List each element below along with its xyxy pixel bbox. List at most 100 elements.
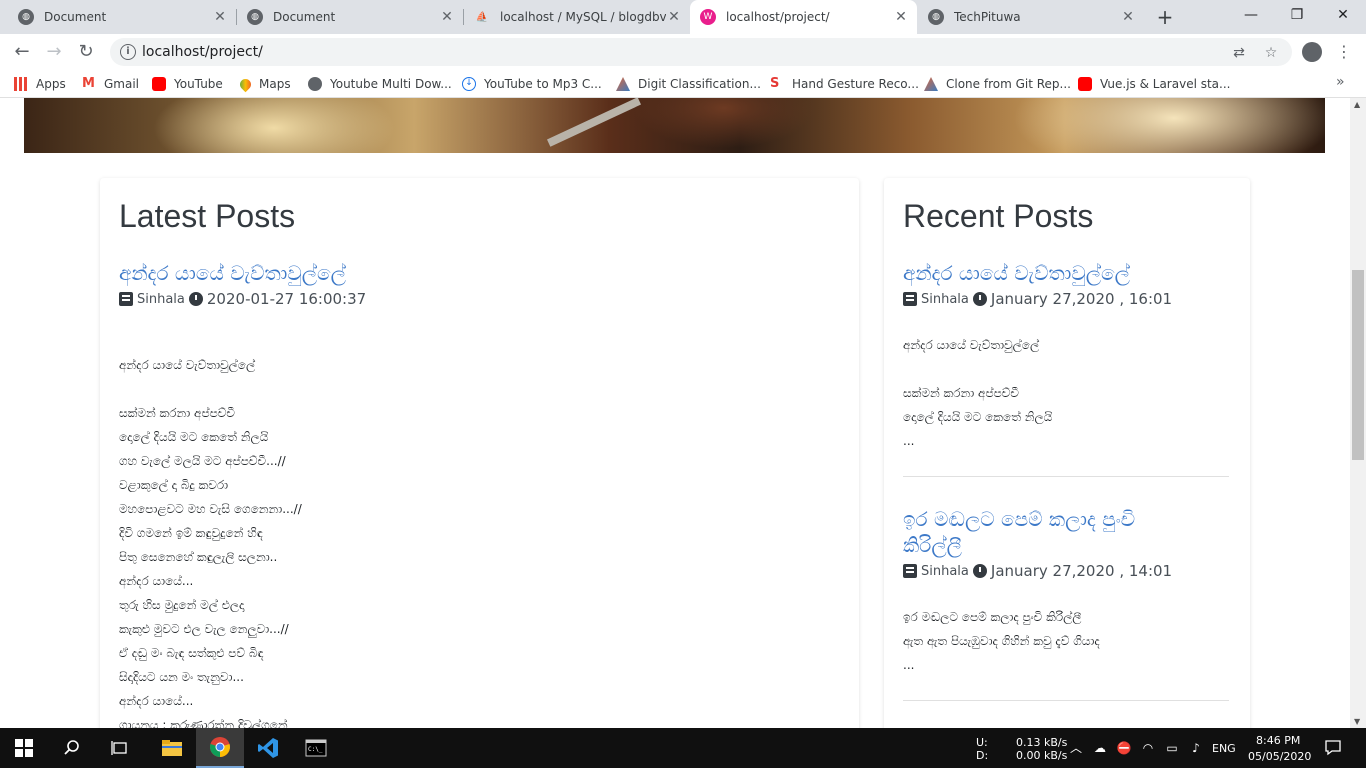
- scrollbar-thumb[interactable]: [1352, 270, 1364, 460]
- close-tab-icon[interactable]: ✕: [666, 9, 682, 25]
- download-speed: 0.00 kB/s: [1016, 749, 1068, 762]
- info-icon[interactable]: i: [120, 44, 136, 60]
- url-text[interactable]: localhost/project/: [142, 44, 263, 60]
- recent-posts-card: Recent Posts අන්දර යායේ වැව්තාවුල්ලේ Sin…: [884, 178, 1250, 728]
- start-button[interactable]: [0, 728, 48, 768]
- recent-post-excerpt-line: ඇත ඇත පියැඹුවාද ගිහින් කවු දැව් ගියාද: [903, 634, 1100, 648]
- close-window-button[interactable]: ✕: [1320, 0, 1366, 30]
- tab-title: Document: [273, 10, 336, 24]
- terminal-taskbar-button[interactable]: C:\_: [292, 728, 340, 768]
- tab-phpmyadmin[interactable]: ⛵ localhost / MySQL / blogdbv1 ✕: [464, 0, 690, 34]
- clock-icon: [188, 292, 203, 306]
- chrome-icon: [210, 737, 230, 757]
- bookmark-label: Maps: [259, 77, 291, 91]
- post-title-link[interactable]: අන්දර යායේ වැව්තාවුල්ලේ: [119, 260, 346, 286]
- post-body-line: ඒ දඬු මං බැඳ සත්කුළු පව් බිඳ: [119, 646, 264, 660]
- scroll-up-arrow-icon[interactable]: ▲: [1354, 100, 1360, 109]
- recent-post-excerpt-line: අන්දර යායේ වැව්තාවුල්ලේ: [903, 338, 1040, 352]
- bookmark-hand-gesture[interactable]: S Hand Gesture Reco...: [770, 76, 919, 92]
- close-tab-icon[interactable]: ✕: [439, 9, 455, 25]
- vscode-taskbar-button[interactable]: [244, 728, 292, 768]
- post-body-line: දොලේ දියයි මට කෙතේ නිලයි: [119, 430, 269, 444]
- language-indicator[interactable]: ENG: [1212, 742, 1236, 755]
- minimize-button[interactable]: —: [1228, 0, 1274, 30]
- bookmark-star-icon[interactable]: ☆: [1262, 44, 1280, 62]
- clock-time[interactable]: 8:46 PM: [1256, 734, 1300, 747]
- new-tab-button[interactable]: +: [1152, 4, 1178, 30]
- post-body-line: සිදාදියට යන මං තැනුවා...: [119, 670, 244, 684]
- recent-post-excerpt-line: ඉර මඬලට පෙම් කලාද පුංචි කිරිල්ලී: [903, 610, 1082, 624]
- forward-button[interactable]: →: [42, 40, 66, 64]
- bookmark-youtube-multi[interactable]: Youtube Multi Dow...: [308, 76, 452, 92]
- red-s-icon: S: [770, 76, 780, 91]
- browser-menu-icon[interactable]: ⋮: [1336, 40, 1352, 64]
- post-datetime: January 27,2020 , 14:01: [990, 562, 1173, 580]
- tab-localhost-project[interactable]: W localhost/project/ ✕: [690, 0, 917, 34]
- bookmark-maps[interactable]: Maps: [237, 76, 291, 92]
- restore-button[interactable]: ❐: [1274, 0, 1320, 30]
- close-tab-icon[interactable]: ✕: [1120, 9, 1136, 25]
- tab-techpituwa[interactable]: ◍ TechPituwa ✕: [918, 0, 1144, 34]
- back-button[interactable]: ←: [10, 40, 34, 64]
- post-body-line: සක්මන් කරනා අප්පච්චී: [119, 406, 235, 420]
- recent-posts-heading: Recent Posts: [903, 198, 1094, 234]
- bookmark-vue-laravel[interactable]: Vue.js & Laravel sta...: [1078, 76, 1230, 92]
- bookmarks-overflow-icon[interactable]: »: [1336, 74, 1345, 90]
- post-category: Sinhala: [921, 563, 969, 579]
- windows-taskbar: C:\_ U: D: 0.13 kB/s 0.00 kB/s ︿ ☁ ⛔ ◠ ▭…: [0, 728, 1366, 768]
- wifi-icon[interactable]: ◠: [1140, 740, 1156, 756]
- bookmark-label: Gmail: [104, 77, 140, 91]
- translate-icon[interactable]: ⇄: [1230, 44, 1248, 62]
- bookmark-clone-git[interactable]: Clone from Git Rep...: [924, 76, 1071, 92]
- scroll-down-arrow-icon[interactable]: ▼: [1354, 717, 1360, 726]
- search-button[interactable]: [48, 728, 96, 768]
- download-icon: ↓: [462, 77, 476, 91]
- bookmark-youtube-mp3[interactable]: ↓ YouTube to Mp3 C...: [462, 76, 602, 92]
- profile-avatar[interactable]: [1302, 42, 1322, 62]
- bookmarks-bar: Apps M Gmail YouTube Maps Youtube Multi …: [0, 70, 1366, 98]
- tab-document-1[interactable]: ◍ Document ✕: [8, 0, 236, 34]
- bookmark-youtube[interactable]: YouTube: [152, 76, 223, 92]
- bookmark-apps[interactable]: Apps: [14, 76, 66, 92]
- reload-button[interactable]: ↻: [74, 40, 98, 64]
- recent-post-title-link[interactable]: අන්දර යායේ වැව්තාවුල්ලේ: [903, 260, 1130, 286]
- recent-post-title-link[interactable]: ඉර මඬලට පෙම් කලාද පුංචි: [903, 506, 1135, 532]
- post-datetime: January 27,2020 , 16:01: [990, 290, 1173, 308]
- bookmark-digit-classification[interactable]: Digit Classification...: [616, 76, 761, 92]
- chrome-taskbar-button[interactable]: [196, 728, 244, 768]
- security-alert-icon[interactable]: ⛔: [1116, 740, 1132, 756]
- address-bar[interactable]: i localhost/project/ ⇄ ☆: [110, 38, 1292, 66]
- post-body-line: අන්දර යායේ...: [119, 694, 194, 708]
- post-body-line: පිතු සෙනෙහේ කඳුලැලි සලනා..: [119, 550, 278, 564]
- book-icon: [903, 292, 917, 306]
- post-body-line: අන්දර යායේ...: [119, 574, 194, 588]
- volume-icon[interactable]: ♪: [1188, 740, 1204, 756]
- apps-grid-icon: [14, 77, 28, 91]
- post-body-line: වළාකුලේ දා බිදු කවරා: [119, 478, 229, 492]
- close-tab-icon[interactable]: ✕: [893, 9, 909, 25]
- phpmyadmin-icon: ⛵: [475, 11, 489, 23]
- bookmark-gmail[interactable]: M Gmail: [82, 76, 139, 92]
- recent-post-title-link[interactable]: කිරිල්ලී: [903, 532, 962, 558]
- chevron-up-icon[interactable]: ︿: [1068, 740, 1084, 756]
- notification-center-icon[interactable]: [1324, 738, 1342, 756]
- bookmark-label: YouTube: [174, 77, 223, 91]
- tab-strip: ◍ Document ✕ ◍ Document ✕ ⛵ localhost / …: [0, 0, 1366, 34]
- maps-icon: [237, 76, 254, 92]
- battery-icon[interactable]: ▭: [1164, 740, 1180, 756]
- recent-post-excerpt-line: සක්මන් කරනා අප්පච්චී: [903, 386, 1019, 400]
- bookmark-label: Digit Classification...: [638, 77, 761, 91]
- post-body-line: මහපොළවට මහ වැසි ගෙනෙනා...//: [119, 502, 302, 516]
- page-scrollbar[interactable]: ▲ ▼: [1350, 98, 1366, 728]
- latest-posts-heading: Latest Posts: [119, 198, 296, 234]
- clock-icon: [972, 292, 987, 306]
- clock-date[interactable]: 05/05/2020: [1248, 750, 1311, 763]
- bookmark-label: YouTube to Mp3 C...: [484, 77, 602, 91]
- task-view-button[interactable]: [96, 728, 144, 768]
- tab-title: localhost/project/: [726, 10, 830, 24]
- onedrive-icon[interactable]: ☁: [1092, 740, 1108, 756]
- file-explorer-button[interactable]: [148, 728, 196, 768]
- windows-logo-icon: [15, 739, 33, 757]
- close-tab-icon[interactable]: ✕: [212, 9, 228, 25]
- tab-document-2[interactable]: ◍ Document ✕: [237, 0, 463, 34]
